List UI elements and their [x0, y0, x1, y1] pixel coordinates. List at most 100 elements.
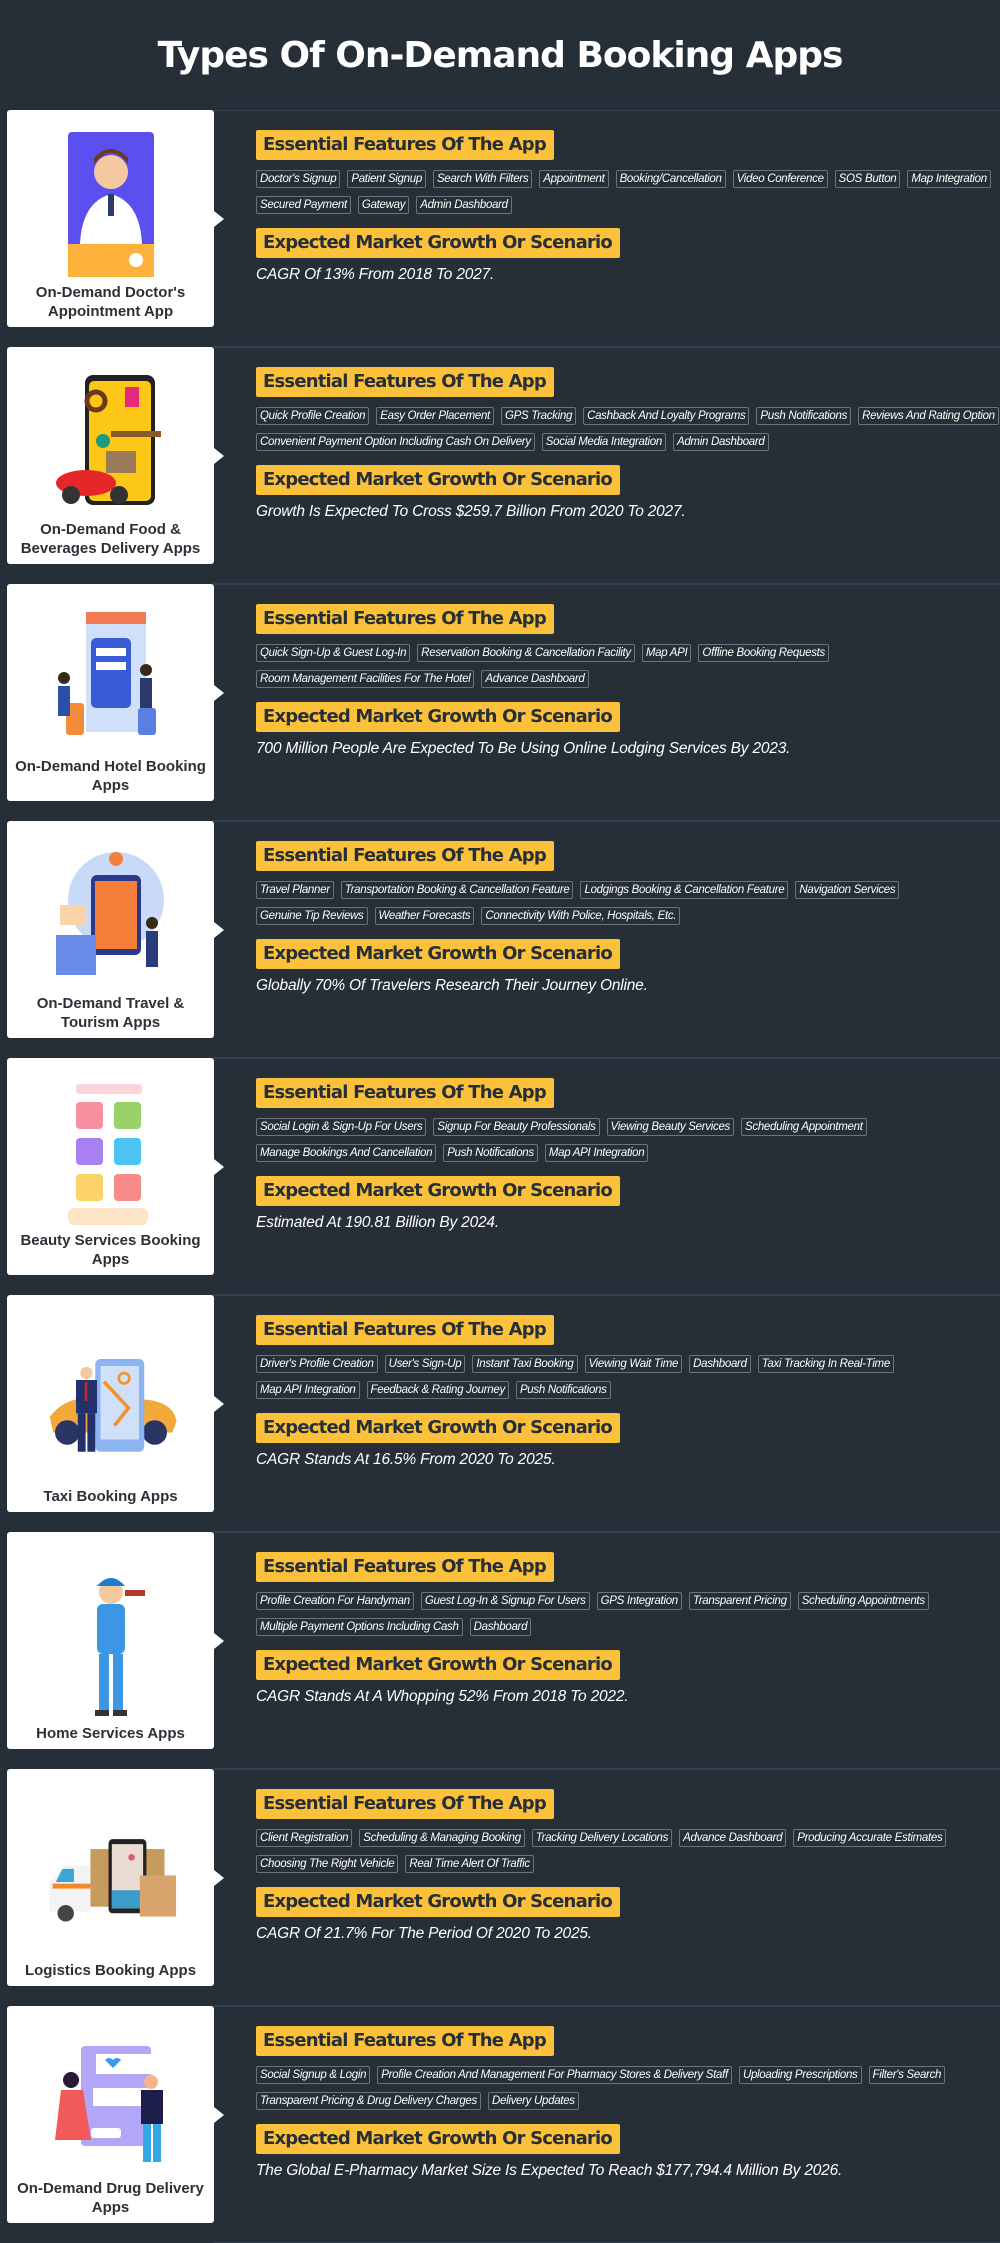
app-details: Essential Features Of The App Quick Prof… [214, 347, 1000, 584]
feature-tag: Quick Profile Creation [256, 407, 370, 425]
feature-tag: Secured Payment [256, 196, 351, 214]
app-details: Essential Features Of The App Quick Sign… [214, 584, 1000, 821]
feature-tag: Weather Forecasts [374, 907, 475, 925]
feature-tag: Transparent Pricing & Drug Delivery Char… [256, 2092, 481, 2110]
app-type-row: On-Demand Doctor's Appointment App Essen… [0, 110, 1000, 347]
pharmacy-illustration-icon [41, 2025, 181, 2175]
feature-tag: Offline Booking Requests [698, 644, 829, 662]
growth-heading: Expected Market Growth Or Scenario [256, 1887, 620, 1917]
feature-tag: Map API [641, 644, 692, 662]
feature-tag: GPS Tracking [500, 407, 577, 425]
growth-text: Globally 70% Of Travelers Research Their… [256, 977, 648, 994]
feature-tag: Producing Accurate Estimates [793, 1829, 947, 1847]
feature-tag: Viewing Beauty Services [606, 1118, 734, 1136]
feature-tag: Filter's Search [868, 2066, 946, 2084]
beauty-illustration-icon [41, 1077, 181, 1227]
feature-tag: Doctor's Signup [256, 170, 341, 188]
growth-text: CAGR Of 21.7% For The Period Of 2020 To … [256, 1925, 592, 1942]
feature-tag: Transparent Pricing [688, 1592, 791, 1610]
app-type-card: On-Demand Hotel Booking Apps [7, 584, 224, 801]
growth-heading: Expected Market Growth Or Scenario [256, 702, 620, 732]
feature-tag: Map API Integration [256, 1381, 360, 1399]
features-heading: Essential Features Of The App [256, 2026, 554, 2056]
feature-tag: Patient Signup [347, 170, 426, 188]
app-type-row: On-Demand Travel & Tourism Apps Essentia… [0, 821, 1000, 1058]
feature-tag-list: Quick Sign-Up & Guest Log-In Reservation … [256, 644, 1000, 696]
feature-tag: Advance Dashboard [679, 1829, 787, 1847]
growth-text: 700 Million People Are Expected To Be Us… [256, 740, 791, 757]
feature-tag-list: Driver's Profile Creation User's Sign-Up I… [256, 1355, 1000, 1407]
growth-text: Estimated At 190.81 Billion By 2024. [256, 1214, 499, 1231]
feature-tag: Quick Sign-Up & Guest Log-In [256, 644, 411, 662]
feature-tag: Instant Taxi Booking [472, 1355, 578, 1373]
feature-tag: Lodgings Booking & Cancellation Feature [580, 881, 789, 899]
app-type-card: On-Demand Doctor's Appointment App [7, 110, 224, 327]
app-details: Essential Features Of The App Social Log… [214, 1058, 1000, 1295]
feature-tag: Admin Dashboard [416, 196, 512, 214]
feature-tag: Dashboard [689, 1355, 751, 1373]
feature-tag: Social Signup & Login [256, 2066, 371, 2084]
feature-tag: Search With Filters [432, 170, 533, 188]
features-heading: Essential Features Of The App [256, 130, 554, 160]
feature-tag: Multiple Payment Options Including Cash [256, 1618, 463, 1636]
growth-heading: Expected Market Growth Or Scenario [256, 1413, 620, 1443]
feature-tag-list: Social Login & Sign-Up For Users Signup F… [256, 1118, 1000, 1170]
feature-tag: Push Notifications [515, 1381, 611, 1399]
feature-tag: Push Notifications [756, 407, 852, 425]
app-type-row: Taxi Booking Apps Essential Features Of … [0, 1295, 1000, 1532]
feature-tag: Choosing The Right Vehicle [256, 1855, 399, 1873]
app-details: Essential Features Of The App Travel Pla… [214, 821, 1000, 1058]
doctor-illustration-icon [41, 129, 181, 279]
page-title: Types Of On-Demand Booking Apps [157, 34, 844, 76]
feature-tag: Taxi Tracking In Real-Time [757, 1355, 894, 1373]
feature-tag: Convenient Payment Option Including Cash… [256, 433, 535, 451]
feature-tag: Profile Creation For Handyman [256, 1592, 414, 1610]
feature-tag: Video Conference [732, 170, 828, 188]
taxi-illustration-icon [41, 1333, 181, 1483]
growth-heading: Expected Market Growth Or Scenario [256, 228, 620, 258]
feature-tag: Connectivity With Police, Hospitals, Etc… [481, 907, 681, 925]
handyman-illustration-icon [41, 1570, 181, 1720]
feature-tag-list: Quick Profile Creation Easy Order Placeme… [256, 407, 1000, 459]
app-type-name: On-Demand Doctor's Appointment App [35, 284, 186, 320]
growth-text: CAGR Stands At A Whopping 52% From 2018 … [256, 1688, 629, 1705]
feature-tag: Map Integration [907, 170, 991, 188]
feature-tag: Navigation Services [795, 881, 900, 899]
app-type-row: On-Demand Hotel Booking Apps Essential F… [0, 584, 1000, 821]
app-type-row: On-Demand Drug Delivery Apps Essential F… [0, 2006, 1000, 2243]
feature-tag: Dashboard [469, 1618, 532, 1636]
growth-text: Growth Is Expected To Cross $259.7 Billi… [256, 503, 686, 520]
app-type-card: Logistics Booking Apps [7, 1769, 224, 1986]
growth-heading: Expected Market Growth Or Scenario [256, 1176, 620, 1206]
app-details: Essential Features Of The App Client Reg… [214, 1769, 1000, 2006]
feature-tag: Feedback & Rating Journey [366, 1381, 509, 1399]
app-type-name: Logistics Booking Apps [24, 1962, 197, 1979]
feature-tag-list: Doctor's Signup Patient Signup Search With… [256, 170, 1000, 222]
app-type-card: Home Services Apps [7, 1532, 224, 1749]
growth-heading: Expected Market Growth Or Scenario [256, 465, 620, 495]
hotel-illustration-icon [41, 603, 181, 753]
app-details: Essential Features Of The App Doctor's S… [214, 110, 1000, 347]
feature-tag-list: Travel Planner Transportation Booking & C… [256, 881, 1000, 933]
app-type-name: Home Services Apps [36, 1725, 185, 1742]
growth-text: CAGR Of 13% From 2018 To 2027. [256, 266, 495, 283]
feature-tag: Uploading Prescriptions [738, 2066, 862, 2084]
feature-tag: Travel Planner [256, 881, 334, 899]
app-type-row: Beauty Services Booking Apps Essential F… [0, 1058, 1000, 1295]
feature-tag: Driver's Profile Creation [256, 1355, 378, 1373]
app-type-row: On-Demand Food & Beverages Delivery Apps… [0, 347, 1000, 584]
feature-tag: Advance Dashboard [481, 670, 589, 688]
features-heading: Essential Features Of The App [256, 1552, 554, 1582]
app-type-card: On-Demand Drug Delivery Apps [7, 2006, 224, 2223]
feature-tag: Genuine Tip Reviews [256, 907, 368, 925]
travel-illustration-icon [41, 840, 181, 990]
feature-tag: Signup For Beauty Professionals [433, 1118, 600, 1136]
feature-tag: Transportation Booking & Cancellation Fe… [340, 881, 574, 899]
feature-tag: Easy Order Placement [376, 407, 494, 425]
food-delivery-illustration-icon [41, 366, 181, 516]
feature-tag: Push Notifications [443, 1144, 538, 1162]
feature-tag-list: Client Registration Scheduling & Managing… [256, 1829, 1000, 1881]
feature-tag: Real Time Alert Of Traffic [405, 1855, 534, 1873]
feature-tag: Tracking Delivery Locations [531, 1829, 673, 1847]
growth-text: The Global E-Pharmacy Market Size Is Exp… [256, 2162, 843, 2179]
